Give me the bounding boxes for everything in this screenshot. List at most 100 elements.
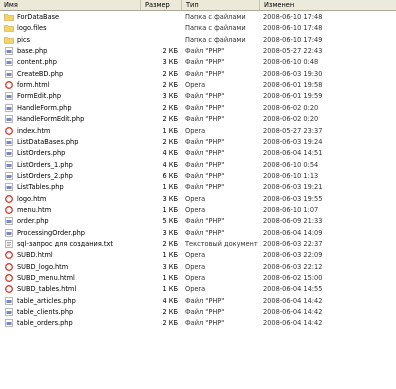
file-row[interactable]: ListOrders.php 4 КБ Файл "PHP" 2008-06-04 1… bbox=[0, 148, 396, 158]
file-size: 1 КБ bbox=[162, 183, 179, 192]
file-row[interactable]: SUBD_logo.htm 3 КБ Opera 2008-06-03 22:12 bbox=[0, 262, 396, 272]
file-name: table_clients.php bbox=[17, 308, 74, 317]
file-type: Файл "PHP" bbox=[185, 228, 225, 237]
file-row[interactable]: ListOrders_2.php 6 КБ Файл "PHP" 2008-06-10… bbox=[0, 171, 396, 181]
file-row[interactable]: index.htm 1 КБ Opera 2008-05-27 23:37 bbox=[0, 126, 396, 136]
file-type: Файл "PHP" bbox=[185, 160, 225, 169]
file-type: Текстовый документ bbox=[185, 240, 258, 248]
file-type: Файл "PHP" bbox=[185, 319, 225, 328]
php-file-icon bbox=[4, 172, 14, 180]
file-modified-date: 2008-05-27 22:43 bbox=[263, 47, 323, 56]
php-file-icon bbox=[4, 58, 14, 67]
file-type: Папка с файлами bbox=[185, 24, 246, 33]
file-name: FormEdit.php bbox=[17, 92, 62, 101]
file-row[interactable]: logo.files Папка с файлами 2008-06-10 17:4… bbox=[0, 23, 396, 33]
file-row[interactable]: ListTables.php 1 КБ Файл "PHP" 2008-06-03 1… bbox=[0, 182, 396, 192]
file-row[interactable]: content.php 3 КБ Файл "PHP" 2008-06-10 0:48 bbox=[0, 57, 396, 67]
file-row[interactable]: order.php 5 КБ Файл "PHP" 2008-06-09 21:33 bbox=[0, 216, 396, 226]
file-row[interactable]: SUBD_menu.html 1 КБ Opera 2008-06-02 15:00 bbox=[0, 273, 396, 283]
file-modified-date: 2008-06-03 22:09 bbox=[263, 251, 323, 260]
file-modified-date: 2008-06-04 14:42 bbox=[263, 296, 323, 305]
file-type: Файл "PHP" bbox=[185, 92, 225, 101]
file-row[interactable]: table_clients.php 2 КБ Файл "PHP" 2008-06-0… bbox=[0, 307, 396, 317]
php-file-icon bbox=[4, 115, 14, 123]
file-size: 3 КБ bbox=[162, 92, 179, 101]
file-type: Файл "PHP" bbox=[185, 58, 225, 67]
file-row[interactable]: SUBD.html 1 КБ Opera 2008-06-03 22:09 bbox=[0, 250, 396, 260]
file-modified-date: 2008-06-02 0:20 bbox=[263, 103, 319, 112]
file-name: pics bbox=[17, 35, 31, 44]
file-row[interactable]: FormEdit.php 3 КБ Файл "PHP" 2008-06-01 19:… bbox=[0, 91, 396, 101]
file-size: 5 КБ bbox=[162, 217, 179, 226]
file-row[interactable]: form.html 2 КБ Opera 2008-06-01 19:58 bbox=[0, 80, 396, 90]
file-size: 2 КБ bbox=[162, 240, 179, 248]
file-row[interactable]: SUBD_tables.html 1 КБ Opera 2008-06-04 14:5… bbox=[0, 284, 396, 294]
file-row[interactable]: ListDataBases.php 2 КБ Файл "PHP" 2008-06-0… bbox=[0, 137, 396, 147]
file-size: 3 КБ bbox=[162, 228, 179, 237]
file-modified-date: 2008-06-03 22:12 bbox=[263, 262, 323, 271]
file-size: 1 КБ bbox=[162, 285, 179, 294]
file-modified-date: 2008-06-10 0:48 bbox=[263, 58, 319, 67]
file-name: base.php bbox=[17, 47, 48, 56]
file-row[interactable]: ListOrders_1.php 4 КБ Файл "PHP" 2008-06-10… bbox=[0, 160, 396, 170]
file-row[interactable]: table_orders.php 2 КБ Файл "PHP" 2008-06-04… bbox=[0, 318, 396, 328]
file-type: Файл "PHP" bbox=[185, 217, 225, 226]
file-row[interactable]: ForDataBase Папка с файлами 2008-06-10 17:… bbox=[0, 12, 396, 22]
file-row[interactable]: base.php 2 КБ Файл "PHP" 2008-05-27 22:43 bbox=[0, 46, 396, 56]
html-file-icon bbox=[4, 274, 14, 282]
file-modified-date: 2008-06-10 17:48 bbox=[263, 24, 323, 33]
php-file-icon bbox=[4, 296, 14, 305]
file-name: index.htm bbox=[17, 126, 51, 135]
php-file-icon bbox=[4, 183, 14, 192]
folder-icon bbox=[4, 13, 14, 21]
file-name: logo.files bbox=[17, 24, 47, 33]
file-size: 2 КБ bbox=[162, 81, 179, 90]
file-size: 1 КБ bbox=[162, 251, 179, 260]
column-headers: Имя Размер Тип Изменен bbox=[0, 0, 396, 11]
file-row[interactable]: menu.htm 1 КБ Opera 2008-06-10 1:07 bbox=[0, 205, 396, 215]
html-file-icon bbox=[4, 126, 14, 135]
file-type: Папка с файлами bbox=[185, 35, 246, 44]
file-name: ListOrders.php bbox=[17, 149, 66, 158]
file-modified-date: 2008-06-04 14:51 bbox=[263, 149, 323, 158]
file-row[interactable]: pics Папка с файлами 2008-06-10 17:49 bbox=[0, 35, 396, 45]
file-size: 1 КБ bbox=[162, 274, 179, 283]
file-row[interactable]: ProcessingOrder.php 3 КБ Файл "PHP" 2008-06… bbox=[0, 228, 396, 238]
file-modified-date: 2008-06-10 1:07 bbox=[263, 205, 319, 214]
file-modified-date: 2008-06-04 14:42 bbox=[263, 308, 323, 317]
file-modified-date: 2008-06-10 17:48 bbox=[263, 13, 323, 21]
file-row[interactable]: HandleForm.php 2 КБ Файл "PHP" 2008-06-02 0… bbox=[0, 103, 396, 113]
file-name: SUBD.html bbox=[17, 251, 53, 260]
file-modified-date: 2008-06-03 19:55 bbox=[263, 194, 323, 203]
file-row[interactable]: HandleFormEdit.php 2 КБ Файл "PHP" 2008-06-… bbox=[0, 114, 396, 124]
html-file-icon bbox=[4, 205, 14, 214]
column-header-modified[interactable]: Изменен bbox=[260, 0, 396, 10]
php-file-icon bbox=[4, 103, 14, 112]
file-modified-date: 2008-06-02 0:20 bbox=[263, 115, 319, 124]
html-file-icon bbox=[4, 251, 14, 260]
html-file-icon bbox=[4, 81, 14, 90]
file-row[interactable]: CreateBD.php 2 КБ Файл "PHP" 2008-06-03 19:… bbox=[0, 69, 396, 79]
file-size: 1 КБ bbox=[162, 205, 179, 214]
file-size: 3 КБ bbox=[162, 194, 179, 203]
file-modified-date: 2008-06-01 19:58 bbox=[263, 81, 323, 90]
folder-icon bbox=[4, 36, 14, 44]
file-type: Файл "PHP" bbox=[185, 47, 225, 56]
column-header-name[interactable]: Имя bbox=[0, 0, 141, 10]
file-size: 4 КБ bbox=[162, 149, 179, 158]
file-modified-date: 2008-06-03 19:24 bbox=[263, 137, 323, 146]
file-row[interactable]: sql-запрос для создания.txt 2 КБ Текстовый… bbox=[0, 239, 396, 249]
file-row[interactable]: logo.htm 3 КБ Opera 2008-06-03 19:55 bbox=[0, 194, 396, 204]
file-row[interactable]: table_articles.php 4 КБ Файл "PHP" 2008-06-… bbox=[0, 296, 396, 306]
file-size: 3 КБ bbox=[162, 58, 179, 67]
file-type: Папка с файлами bbox=[185, 13, 246, 21]
file-size: 2 КБ bbox=[162, 47, 179, 56]
column-header-type[interactable]: Тип bbox=[182, 0, 260, 10]
html-file-icon bbox=[4, 194, 14, 203]
php-file-icon bbox=[4, 319, 14, 328]
file-type: Opera bbox=[185, 81, 206, 90]
php-file-icon bbox=[4, 92, 14, 101]
file-type: Opera bbox=[185, 205, 206, 214]
file-name: ProcessingOrder.php bbox=[17, 228, 85, 237]
column-header-size[interactable]: Размер bbox=[141, 0, 182, 10]
